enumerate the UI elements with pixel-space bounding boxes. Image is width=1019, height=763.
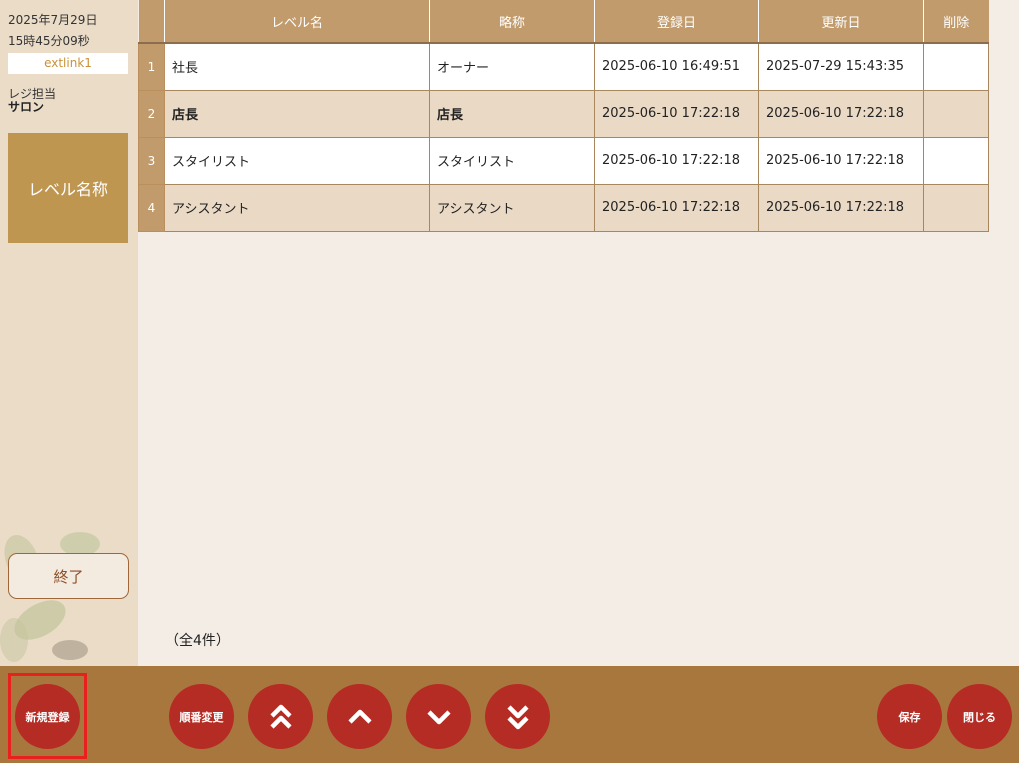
chevron-up-icon bbox=[345, 702, 375, 732]
double-chevron-up-icon bbox=[266, 702, 296, 732]
created-cell: 2025-06-10 17:22:18 bbox=[595, 90, 759, 137]
created-cell: 2025-06-10 16:49:51 bbox=[595, 43, 759, 90]
row-number: 1 bbox=[139, 43, 165, 90]
double-chevron-down-icon bbox=[503, 702, 533, 732]
delete-cell[interactable] bbox=[924, 43, 989, 90]
move-top-button[interactable] bbox=[248, 684, 313, 749]
user-name: extlink1 bbox=[8, 53, 128, 74]
menu-item-level-name[interactable]: レベル名称 bbox=[8, 133, 128, 243]
level-name-cell[interactable]: 店長 bbox=[165, 90, 430, 137]
header-short-name: 略称 bbox=[430, 0, 595, 43]
short-name-cell[interactable]: 店長 bbox=[430, 90, 595, 137]
row-number: 2 bbox=[139, 90, 165, 137]
move-bottom-button[interactable] bbox=[485, 684, 550, 749]
order-change-button[interactable]: 順番変更 bbox=[169, 684, 234, 749]
highlight-frame bbox=[8, 673, 87, 759]
save-button[interactable]: 保存 bbox=[877, 684, 942, 749]
close-button[interactable]: 閉じる bbox=[947, 684, 1012, 749]
record-count: （全4件） bbox=[165, 630, 230, 650]
table-header-row: レベル名 略称 登録日 更新日 削除 bbox=[139, 0, 989, 43]
header-no bbox=[139, 0, 165, 43]
header-updated: 更新日 bbox=[759, 0, 924, 43]
move-up-button[interactable] bbox=[327, 684, 392, 749]
table-row[interactable]: 4 アシスタント アシスタント 2025-06-10 17:22:18 2025… bbox=[139, 184, 989, 231]
row-number: 4 bbox=[139, 184, 165, 231]
level-name-cell[interactable]: アシスタント bbox=[165, 184, 430, 231]
shop-name: サロン bbox=[8, 98, 44, 115]
end-button[interactable]: 終了 bbox=[8, 553, 129, 599]
current-date: 2025年7月29日 bbox=[8, 11, 97, 28]
level-name-cell[interactable]: 社長 bbox=[165, 43, 430, 90]
short-name-cell[interactable]: オーナー bbox=[430, 43, 595, 90]
header-level-name: レベル名 bbox=[165, 0, 430, 43]
header-created: 登録日 bbox=[595, 0, 759, 43]
level-name-cell[interactable]: スタイリスト bbox=[165, 137, 430, 184]
short-name-cell[interactable]: スタイリスト bbox=[430, 137, 595, 184]
updated-cell: 2025-07-29 15:43:35 bbox=[759, 43, 924, 90]
current-time: 15時45分09秒 bbox=[8, 32, 90, 49]
level-table: レベル名 略称 登録日 更新日 削除 1 社長 オーナー 2025-06-10 … bbox=[138, 0, 989, 232]
header-delete: 削除 bbox=[924, 0, 989, 43]
delete-cell[interactable] bbox=[924, 184, 989, 231]
row-number: 3 bbox=[139, 137, 165, 184]
sidebar: 2025年7月29日 15時45分09秒 extlink1 レジ担当 サロン レ… bbox=[0, 0, 138, 666]
updated-cell: 2025-06-10 17:22:18 bbox=[759, 137, 924, 184]
table-row[interactable]: 2 店長 店長 2025-06-10 17:22:18 2025-06-10 1… bbox=[139, 90, 989, 137]
short-name-cell[interactable]: アシスタント bbox=[430, 184, 595, 231]
updated-cell: 2025-06-10 17:22:18 bbox=[759, 90, 924, 137]
chevron-down-icon bbox=[424, 702, 454, 732]
table-row[interactable]: 3 スタイリスト スタイリスト 2025-06-10 17:22:18 2025… bbox=[139, 137, 989, 184]
delete-cell[interactable] bbox=[924, 137, 989, 184]
updated-cell: 2025-06-10 17:22:18 bbox=[759, 184, 924, 231]
created-cell: 2025-06-10 17:22:18 bbox=[595, 137, 759, 184]
created-cell: 2025-06-10 17:22:18 bbox=[595, 184, 759, 231]
level-table-container: レベル名 略称 登録日 更新日 削除 1 社長 オーナー 2025-06-10 … bbox=[138, 0, 988, 232]
delete-cell[interactable] bbox=[924, 90, 989, 137]
table-row[interactable]: 1 社長 オーナー 2025-06-10 16:49:51 2025-07-29… bbox=[139, 43, 989, 90]
move-down-button[interactable] bbox=[406, 684, 471, 749]
